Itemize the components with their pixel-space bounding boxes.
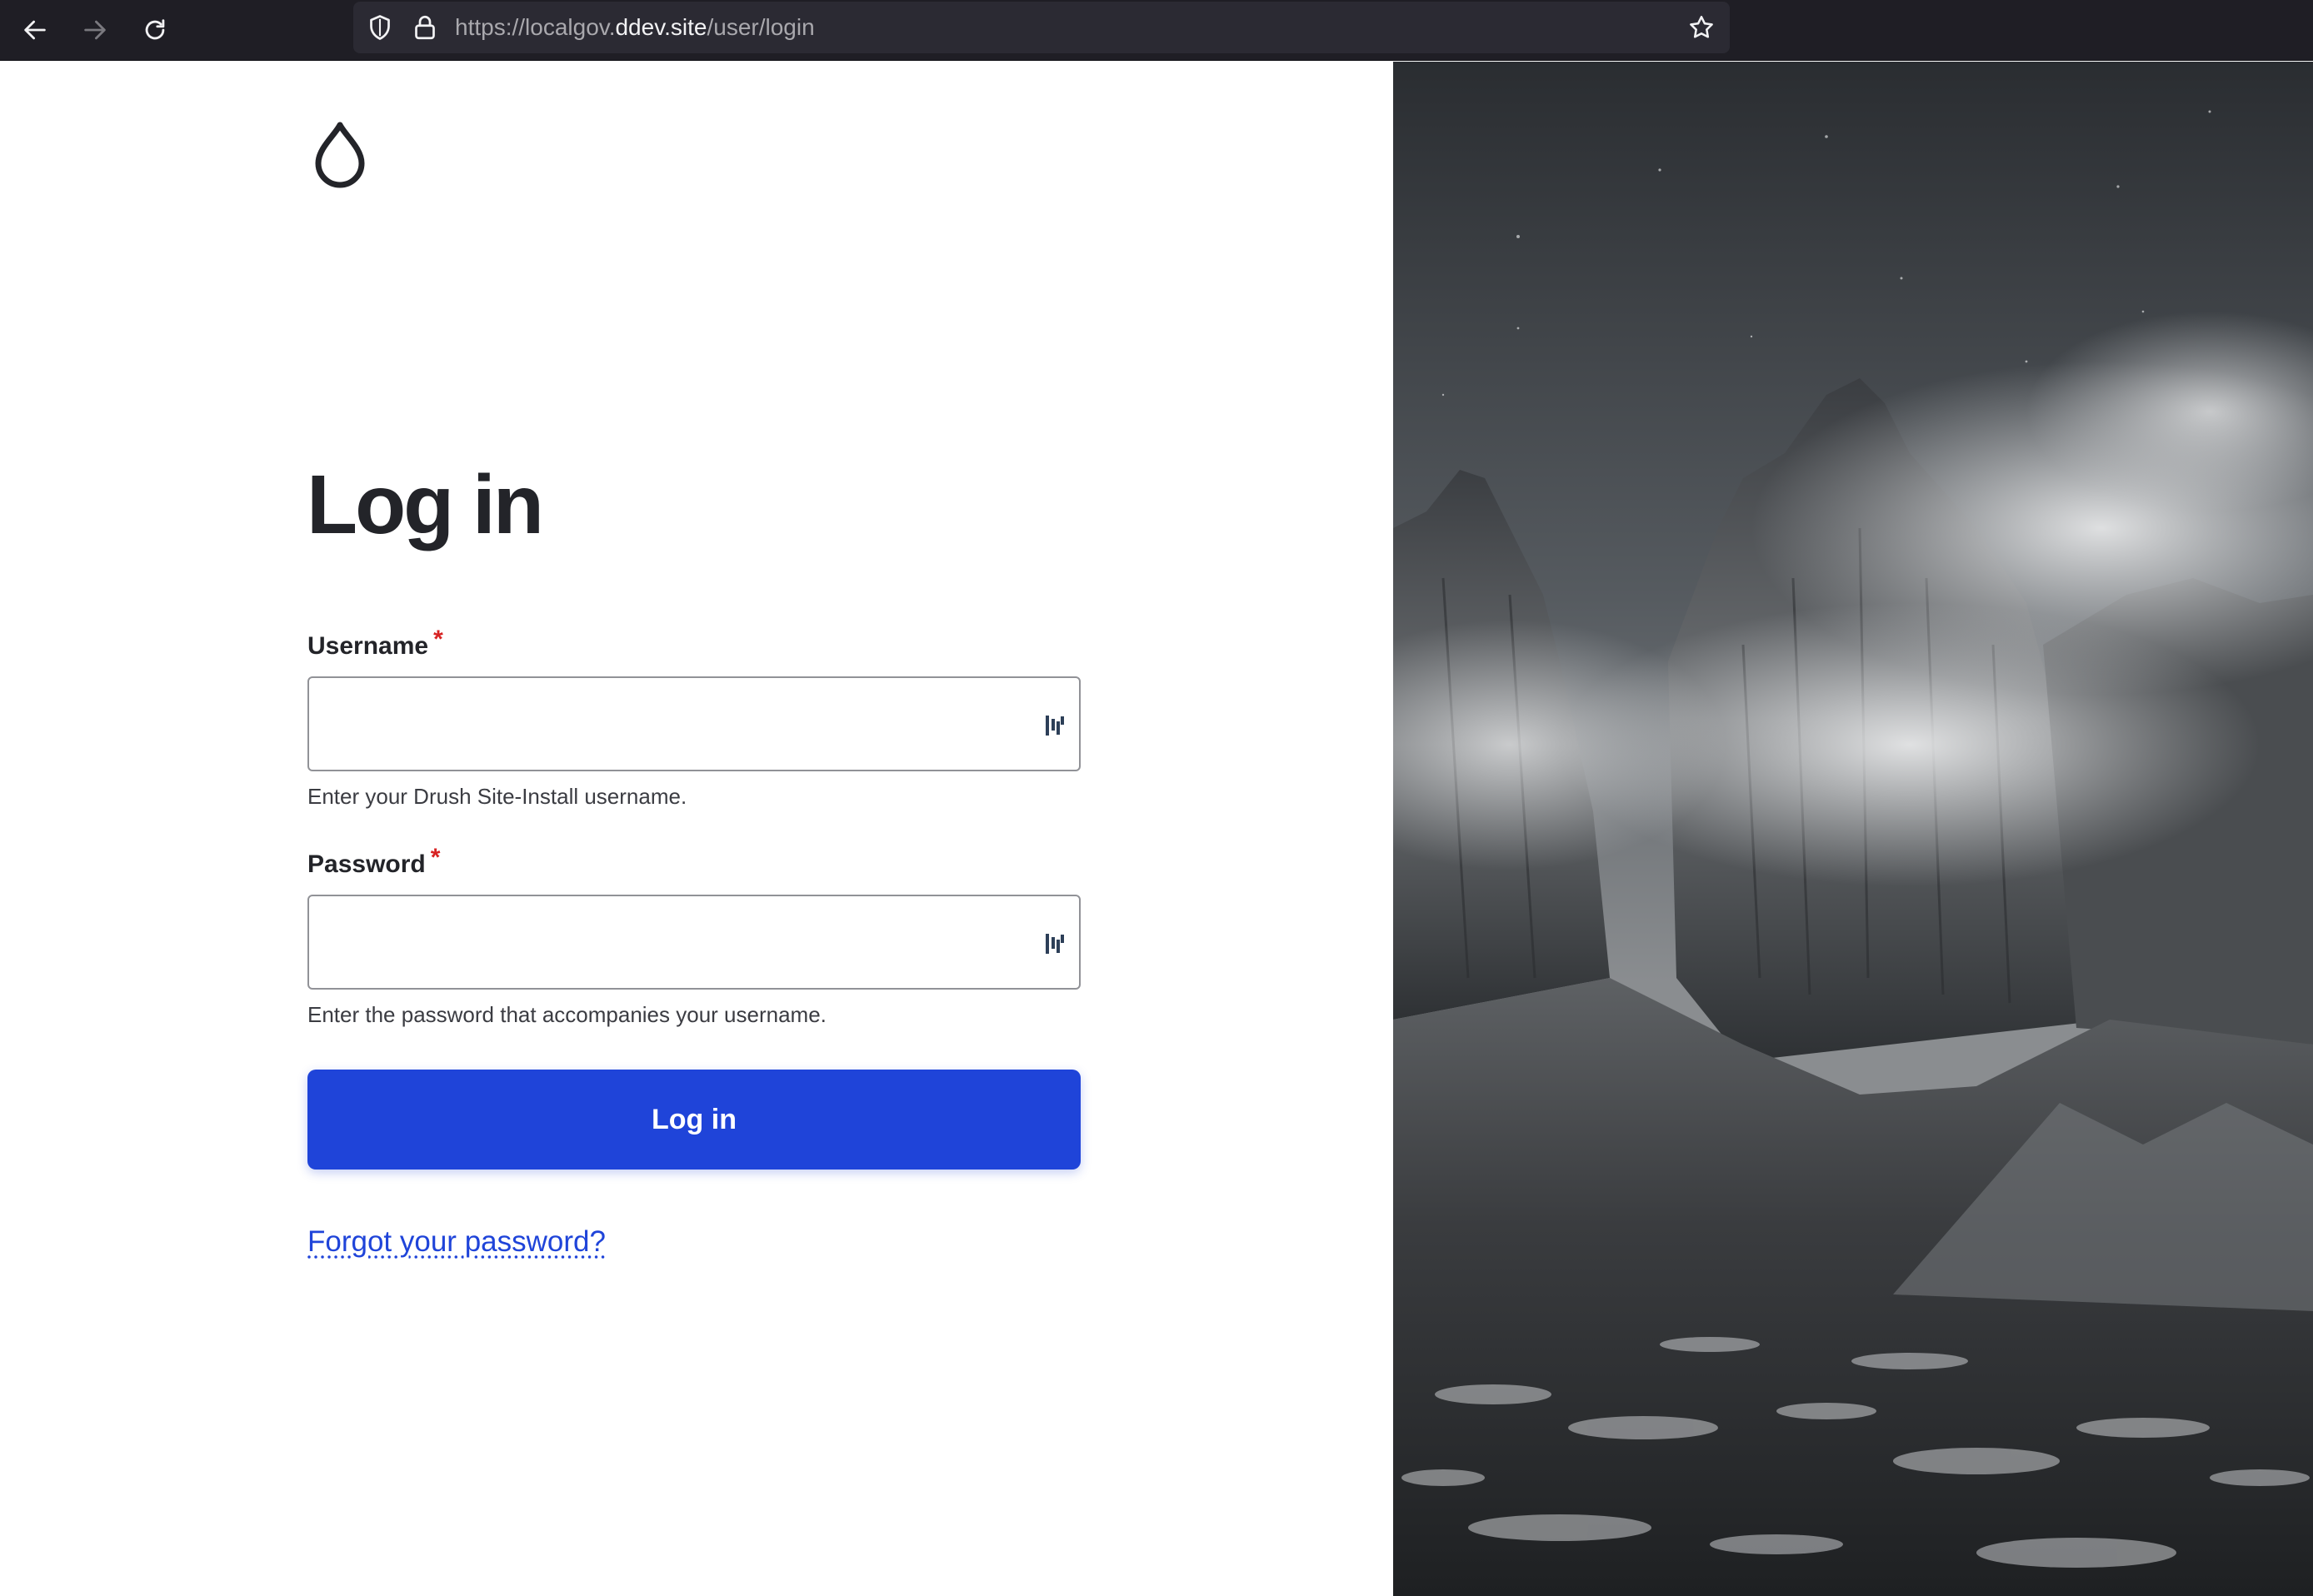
username-input[interactable] <box>309 678 1079 770</box>
required-marker: * <box>430 844 441 871</box>
password-label-text: Password <box>307 850 426 878</box>
password-manager-icon[interactable] <box>1044 713 1066 738</box>
forward-arrow-icon <box>84 20 106 40</box>
login-submit-button[interactable]: Log in <box>307 1070 1081 1170</box>
reload-icon <box>145 19 165 40</box>
url-path: /user/login <box>707 14 815 40</box>
username-field[interactable] <box>307 676 1081 771</box>
back-button[interactable] <box>15 10 55 50</box>
url-prefix: https://localgov. <box>455 14 616 40</box>
address-bar[interactable]: https://localgov.ddev.site/user/login <box>353 2 1730 53</box>
forgot-password-link[interactable]: Forgot your password? <box>307 1224 606 1259</box>
url-text[interactable]: https://localgov.ddev.site/user/login <box>455 13 815 42</box>
url-host: ddev.site <box>615 14 707 40</box>
forward-button[interactable] <box>75 10 115 50</box>
username-description: Enter your Drush Site-Install username. <box>307 784 687 809</box>
drupal-drop-logo <box>315 122 365 188</box>
password-label: Password * <box>307 844 440 880</box>
username-label: Username * <box>307 626 443 661</box>
background-mountain-photo <box>1393 62 2313 1596</box>
password-input[interactable] <box>309 896 1079 988</box>
browser-toolbar: https://localgov.ddev.site/user/login <box>0 0 2313 61</box>
username-label-text: Username <box>307 632 429 660</box>
star-icon[interactable] <box>1686 12 1716 42</box>
password-field[interactable] <box>307 895 1081 990</box>
page-title: Log in <box>307 458 544 551</box>
password-manager-icon[interactable] <box>1044 931 1066 956</box>
mountain-image <box>1393 62 2313 1596</box>
back-arrow-icon <box>24 20 46 40</box>
lock-icon[interactable] <box>410 12 440 42</box>
reload-button[interactable] <box>135 10 175 50</box>
shield-icon[interactable] <box>365 12 395 42</box>
required-marker: * <box>433 626 443 653</box>
login-pane: Log in Username * Enter your Drush Site-I… <box>0 62 1393 1596</box>
password-description: Enter the password that accompanies your… <box>307 1002 827 1027</box>
